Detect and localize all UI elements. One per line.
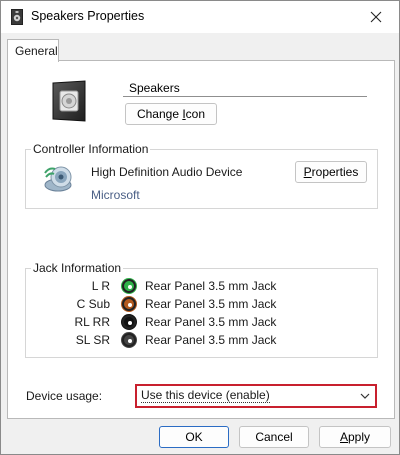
change-icon-label-post: con [185,107,206,121]
jack-description: Rear Panel 3.5 mm Jack [145,333,277,347]
close-icon [370,11,382,23]
title-bar[interactable]: Speakers Properties [1,1,399,33]
jack-row: L R Rear Panel 3.5 mm Jack [26,277,276,295]
speaker-icon [52,80,86,122]
apply-accel: A [339,430,348,444]
close-button[interactable] [359,1,393,33]
jack-color-icon [122,297,136,311]
jack-row: SL SR Rear Panel 3.5 mm Jack [26,331,276,349]
jack-color-icon [122,279,136,293]
properties-label-rest: roperties [311,165,359,179]
controller-name: High Definition Audio Device [91,165,243,179]
device-usage-dropdown[interactable]: Use this device (enable) [135,384,377,408]
device-usage-label: Device usage: [26,389,103,403]
jack-channels: L R [91,279,110,293]
jack-channels: SL SR [75,333,110,347]
chevron-down-icon [360,393,370,399]
audio-controller-icon [44,166,72,192]
device-usage-value: Use this device (enable) [141,388,270,403]
window-title: Speakers Properties [31,9,145,23]
properties-window: Speakers Properties General Change Icon … [0,0,400,455]
apply-label-rest: pply [348,430,371,444]
change-icon-label-pre: Change [136,107,183,121]
change-icon-button[interactable]: Change Icon [125,103,217,125]
speaker-window-icon [11,9,23,25]
jack-row: C Sub Rear Panel 3.5 mm Jack [26,295,276,313]
jack-description: Rear Panel 3.5 mm Jack [145,279,277,293]
jack-description: Rear Panel 3.5 mm Jack [145,297,277,311]
controller-vendor: Microsoft [91,188,140,202]
cancel-label: Cancel [255,430,293,444]
tab-general-label: General [15,44,58,58]
jack-color-icon [122,315,136,329]
jack-info-label: Jack Information [31,261,124,275]
jack-row: RL RR Rear Panel 3.5 mm Jack [26,313,276,331]
properties-button[interactable]: Properties [295,161,367,183]
controller-info-label: Controller Information [31,142,151,156]
jack-channels: C Sub [76,297,110,311]
tab-general[interactable]: General [7,39,59,62]
cancel-button[interactable]: Cancel [239,426,309,448]
apply-button[interactable]: Apply [319,426,391,448]
ok-label: OK [185,430,203,444]
jack-description: Rear Panel 3.5 mm Jack [145,315,277,329]
jack-info-group: L R Rear Panel 3.5 mm Jack C Sub Rear Pa… [25,268,378,358]
ok-button[interactable]: OK [159,426,229,448]
device-name-input[interactable] [123,79,367,97]
jack-channels: RL RR [74,315,110,329]
properties-accel: P [303,165,312,179]
jack-color-icon [122,333,136,347]
